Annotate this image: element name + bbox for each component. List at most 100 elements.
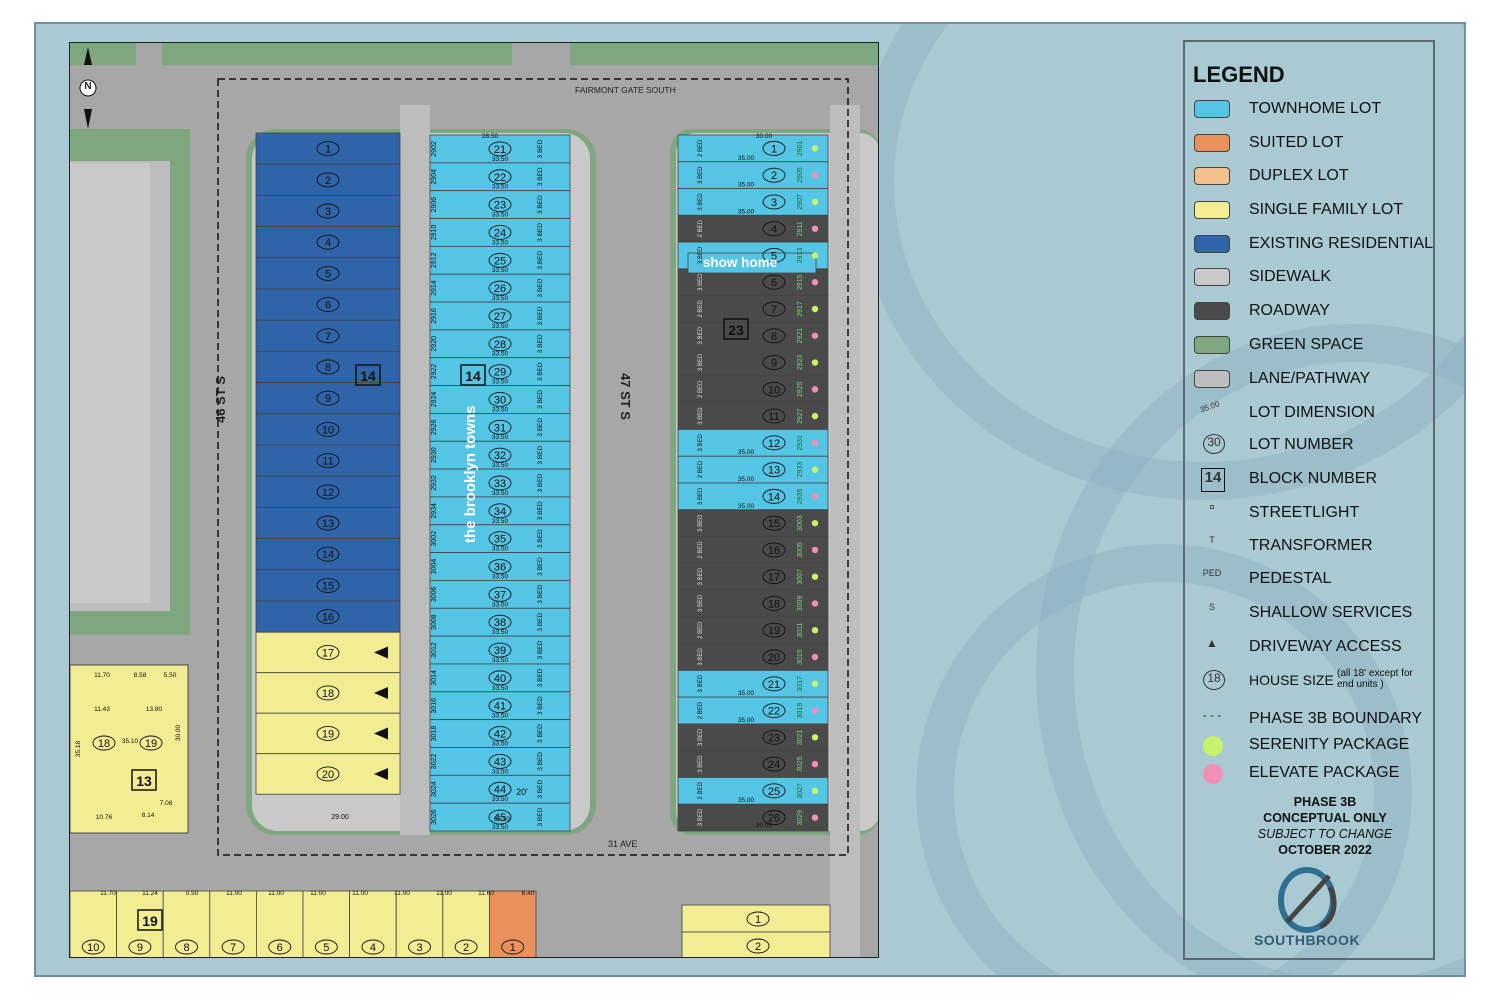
legend-label: LOT DIMENSION <box>1249 404 1375 421</box>
legend-item-serenity-package: SERENITY PACKAGE <box>1185 732 1433 762</box>
lot-dimension: 11.00 <box>436 890 452 897</box>
lot-bed-count: 3 BED <box>537 724 544 743</box>
legend-item-suited-lot: SUITED LOT <box>1185 130 1433 160</box>
lot-number: 21 <box>768 679 780 691</box>
package-marker <box>811 145 819 152</box>
lot-number: 2 <box>771 170 777 182</box>
lot-bed-count: 3 BED <box>698 648 704 666</box>
lot-number: 14 <box>768 491 780 503</box>
legend-symbol: S <box>1208 602 1215 612</box>
legend-symbol: 30 <box>1203 434 1225 454</box>
lot-dimension: 8.58 <box>134 672 147 679</box>
lot-number: 16 <box>768 545 780 557</box>
lot-bed-count: 2 BED <box>698 621 704 639</box>
lot-number: 12 <box>322 487 334 499</box>
lot-number: 34 <box>494 506 506 518</box>
lot-number: 19 <box>768 625 780 637</box>
lot-number: 7 <box>325 331 331 343</box>
lot-address: 2906 <box>431 197 438 213</box>
road-47-st <box>598 83 654 957</box>
legend-item-duplex-lot: DUPLEX LOT <box>1185 163 1433 193</box>
lot-dimension: 33.50 <box>492 239 509 246</box>
lot-dimension: 35.00 <box>738 155 755 162</box>
road-31-ave <box>70 835 878 881</box>
lot-number: 37 <box>494 589 506 601</box>
legend-item-streetlight: ¤ STREETLIGHT <box>1185 500 1433 530</box>
legend-swatch <box>1194 235 1230 253</box>
legend-item-single-family-lot: SINGLE FAMILY LOT <box>1185 197 1433 227</box>
road-fairmont-gate <box>70 81 878 129</box>
lot-number: 18 <box>98 738 110 750</box>
lot-dimension: 8.40 <box>522 890 535 897</box>
lot-dimension: 33.50 <box>492 351 509 358</box>
lot-number: 42 <box>494 729 506 741</box>
legend-swatch <box>1203 736 1223 756</box>
package-marker <box>811 412 819 420</box>
lot-dimension: 5.50 <box>164 672 177 679</box>
legend-swatch <box>1194 167 1230 185</box>
lot-address: 2927 <box>797 408 804 424</box>
note-date: OCTOBER 2022 <box>1278 843 1372 857</box>
package-marker <box>811 546 819 554</box>
legend-label: PHASE 3B BOUNDARY <box>1249 710 1423 727</box>
lot-bed-count: 3 BED <box>537 306 544 325</box>
lot-address: 3029 <box>797 810 804 826</box>
lot-dimension: 33.50 <box>492 184 509 191</box>
legend-label: HOUSE SIZE <box>1249 672 1334 688</box>
lot-number: 25 <box>494 255 506 267</box>
lot-number: 38 <box>494 617 506 629</box>
lot-bed-count: 2 BED <box>698 701 704 719</box>
lot-address: 2916 <box>431 308 438 324</box>
lot-bed-count: 3 BED <box>698 674 704 692</box>
lot-number: 23 <box>494 200 506 212</box>
lot-dimension: 11.70 <box>94 672 110 679</box>
legend-swatch <box>1203 764 1223 784</box>
lot-bed-count: 3 BED <box>537 473 544 492</box>
lot-dimension: 35.00 <box>738 717 755 724</box>
lot-address: 3012 <box>431 642 438 658</box>
lot-dimension: 11.00 <box>268 890 284 897</box>
lot-address: 3025 <box>797 756 804 772</box>
lot-number: 40 <box>494 673 506 685</box>
lot-number: 31 <box>494 422 506 434</box>
lot-dimension: 33.50 <box>492 601 509 608</box>
lot-bed-count: 3 BED <box>537 585 544 604</box>
lot-dimension: 11.43 <box>94 706 110 713</box>
legend-item-sidewalk: SIDEWALK <box>1185 264 1433 294</box>
lot-dimension: 33.50 <box>492 156 509 163</box>
package-marker <box>811 627 819 634</box>
lot-address: 3006 <box>431 586 438 602</box>
lot-bed-count: 3 BED <box>698 728 704 746</box>
lot-number: 32 <box>494 450 506 462</box>
lot-dimension: 11.60 <box>478 890 494 897</box>
lot-number: 36 <box>494 562 506 574</box>
package-marker <box>811 279 819 286</box>
lot-number: 25 <box>768 786 780 798</box>
lot-address: 3014 <box>431 670 438 686</box>
lot-address: 2935 <box>797 488 804 504</box>
southbrook-logo-icon <box>1277 867 1337 933</box>
lot-number: 13 <box>322 518 334 530</box>
lot-address: 2926 <box>431 419 438 435</box>
lot-dimension: 33.50 <box>492 295 509 302</box>
lot-dimension: 33.50 <box>492 796 509 803</box>
parking-area <box>70 163 150 603</box>
house-size-note: 20' <box>516 787 528 797</box>
lot-address: 2910 <box>431 225 438 241</box>
legend-label: ROADWAY <box>1249 302 1330 319</box>
lot-number: 24 <box>768 759 780 771</box>
lot-bed-count: 3 BED <box>698 808 704 826</box>
lot-number: 22 <box>494 172 506 184</box>
lot-number: 10 <box>87 942 99 954</box>
lot-number: 41 <box>494 701 506 713</box>
lot-bed-count: 3 BED <box>698 353 704 371</box>
package-marker <box>811 252 819 259</box>
lane-pathway <box>400 105 430 835</box>
lot-dimension: 35.00 <box>738 182 755 189</box>
lot-dimension: 33.50 <box>492 406 509 413</box>
note-subject: SUBJECT TO CHANGE <box>1257 827 1393 841</box>
legend-item-block-number: 14 BLOCK NUMBER <box>1185 466 1433 496</box>
lot-dimension: 33.50 <box>492 685 509 692</box>
lot-dimension: 29.00 <box>331 814 349 821</box>
southbrook-logo-text: SOUTHBROOK <box>1253 932 1361 948</box>
